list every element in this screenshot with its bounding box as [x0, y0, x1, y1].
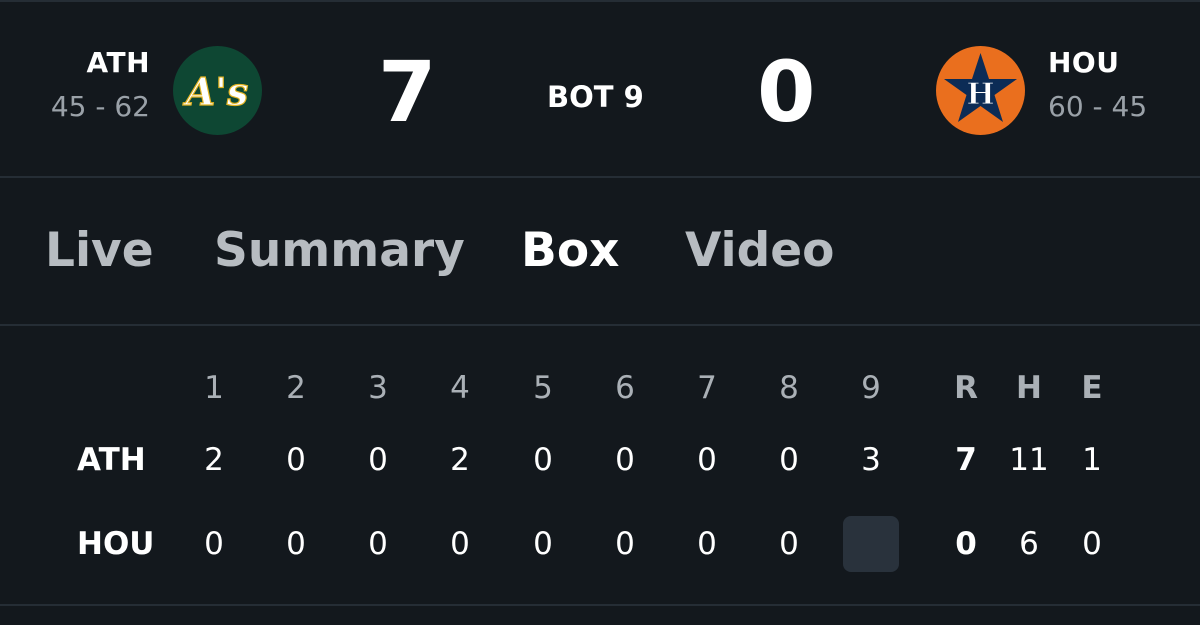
tab-summary[interactable]: Summary	[214, 223, 465, 278]
astros-logo-letter: H	[966, 77, 994, 112]
astros-logo-icon[interactable]: H	[936, 46, 1025, 135]
away-score: 7	[378, 43, 437, 141]
away-total-runs: 7	[955, 442, 977, 478]
inning-header: 6	[615, 370, 635, 406]
home-inning-runs: 0	[286, 526, 306, 562]
home-total-hits: 6	[1019, 526, 1039, 562]
away-inning-runs: 2	[450, 442, 470, 478]
runs-header: R	[954, 370, 978, 406]
inning-status: BOT 9	[547, 80, 644, 114]
away-inning-runs: 2	[204, 442, 224, 478]
linescore-home-label: HOU	[77, 526, 155, 562]
home-inning-runs: 0	[697, 526, 717, 562]
home-total-errors: 0	[1082, 526, 1102, 562]
home-inning-runs: 0	[204, 526, 224, 562]
away-inning-runs: 0	[615, 442, 635, 478]
home-team-abbr: HOU	[1048, 46, 1120, 79]
tab-video[interactable]: Video	[685, 223, 834, 278]
away-team-record: 45 - 62	[50, 90, 150, 123]
home-team-record: 60 - 45	[1048, 90, 1148, 123]
away-team-abbr: ATH	[86, 46, 150, 79]
inning-header: 4	[450, 370, 470, 406]
home-inning-runs: 0	[615, 526, 635, 562]
home-inning-runs: 0	[779, 526, 799, 562]
tab-box[interactable]: Box	[521, 223, 619, 278]
home-inning-runs: 0	[450, 526, 470, 562]
tab-live[interactable]: Live	[45, 223, 154, 278]
inning-header: 2	[286, 370, 306, 406]
linescore-table: 1 2 3 4 5 6 7 8 9 R H E ATH 2 0 0 2 0 0 …	[0, 326, 1200, 606]
athletics-logo-text: A's	[183, 69, 249, 114]
hits-header: H	[1016, 370, 1042, 406]
inning-header: 9	[861, 370, 881, 406]
home-score: 0	[757, 43, 816, 141]
inning-header: 7	[697, 370, 717, 406]
away-total-hits: 11	[1009, 442, 1049, 478]
away-total-errors: 1	[1082, 442, 1102, 478]
away-inning-runs: 0	[697, 442, 717, 478]
away-inning-runs: 0	[779, 442, 799, 478]
inning-header: 1	[204, 370, 224, 406]
home-inning-runs: 0	[533, 526, 553, 562]
score-header: ATH 45 - 62 A's 7 BOT 9 0 H HOU 60 - 45	[0, 0, 1200, 178]
away-inning-runs: 0	[368, 442, 388, 478]
inning-header: 8	[779, 370, 799, 406]
errors-header: E	[1081, 370, 1103, 406]
home-inning-runs: 0	[368, 526, 388, 562]
home-total-runs: 0	[955, 526, 977, 562]
athletics-logo-svg: A's	[182, 68, 249, 114]
linescore-away-label: ATH	[77, 442, 146, 478]
away-inning-runs: 0	[533, 442, 553, 478]
athletics-logo-icon[interactable]: A's	[173, 46, 262, 135]
current-inning-placeholder	[843, 516, 899, 572]
away-inning-runs: 3	[861, 442, 881, 478]
inning-header: 3	[368, 370, 388, 406]
inning-header: 5	[533, 370, 553, 406]
game-tabs: Live Summary Box Video	[0, 178, 1200, 326]
game-page: ATH 45 - 62 A's 7 BOT 9 0 H HOU 60 - 45 …	[0, 0, 1200, 625]
astros-logo-svg: H	[944, 53, 1017, 122]
away-inning-runs: 0	[286, 442, 306, 478]
